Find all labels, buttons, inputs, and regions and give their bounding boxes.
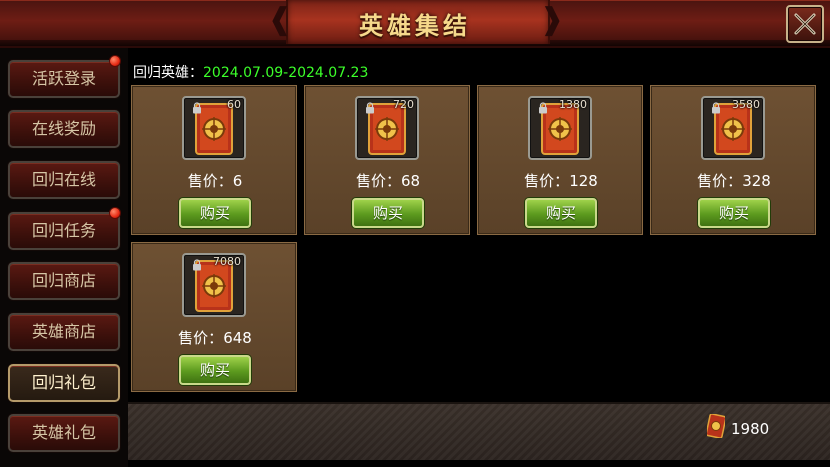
lock-icon [366,102,374,114]
lock-icon [539,102,547,114]
shop-item-card: 1380 售价：128 购买 [477,85,643,235]
buy-button[interactable]: 购买 [352,198,424,228]
red-dot-badge-icon [110,56,120,66]
sidebar-item-return-task[interactable]: 回归任务 [8,208,120,250]
price-value: 648 [223,329,252,347]
item-slot[interactable]: 1380 [528,96,592,160]
sidebar-item-label: 英雄礼包 [31,423,96,442]
sidebar-item-label: 回归礼包 [31,373,96,392]
price-value: 128 [569,172,598,190]
price-prefix: 售价： [524,172,570,190]
shop-item-card: 60 售价：6 购买 [131,85,297,235]
sidebar-item-return-pack[interactable]: 回归礼包 [8,364,120,402]
price-value: 6 [232,172,243,190]
sidebar-item-label: 回归在线 [31,170,96,189]
buy-button[interactable]: 购买 [179,198,251,228]
event-period: 回归英雄：2024.07.09-2024.07.23 [133,62,368,82]
lock-icon [193,102,201,114]
price-prefix: 售价： [187,172,233,190]
sidebar-item-label: 活跃登录 [31,69,96,88]
sidebar-item-hero-pack[interactable]: 英雄礼包 [8,414,120,452]
price-prefix: 售价： [178,329,224,347]
close-x-icon [794,13,816,35]
window-title: 英雄集结 [359,12,471,40]
sidebar-item-label: 英雄商店 [31,322,96,341]
price-prefix: 售价： [697,172,743,190]
event-period-date: 2024.07.09-2024.07.23 [203,65,369,81]
item-price: 售价：648 [132,327,298,348]
sidebar-item-return-shop[interactable]: 回归商店 [8,262,120,300]
shop-item-card: 7080 售价：648 购买 [131,242,297,392]
sidebar-item-return-online[interactable]: 回归在线 [8,161,120,199]
sidebar-item-label: 回归任务 [31,221,96,240]
price-prefix: 售价： [355,172,401,190]
buy-button[interactable]: 购买 [698,198,770,228]
close-button[interactable] [786,5,824,43]
sidebar-item-label: 在线奖励 [31,119,96,138]
sidebar-item-online-reward[interactable]: 在线奖励 [8,110,120,148]
price-value: 328 [742,172,771,190]
item-slot[interactable]: 720 [355,96,419,160]
item-price: 售价：128 [478,170,644,191]
event-period-label: 回归英雄： [133,65,203,81]
sidebar-item-active-login[interactable]: 活跃登录 [8,56,120,98]
red-dot-badge-icon [110,208,120,218]
item-price: 售价：328 [651,170,817,191]
lock-icon [712,102,720,114]
item-quantity: 720 [393,98,414,111]
item-slot[interactable]: 3580 [701,96,765,160]
shop-item-card: 720 售价：68 购买 [304,85,470,235]
item-slot[interactable]: 60 [182,96,246,160]
sidebar: 活跃登录 在线奖励 回归在线 回归任务 回归商店 英雄商店 回归礼包 英雄礼包 [0,48,128,467]
currency-balance: 1980 [731,420,770,438]
sidebar-item-hero-shop[interactable]: 英雄商店 [8,313,120,351]
item-quantity: 3580 [732,98,760,111]
hero-gather-window: ❰ ❱ 英雄集结 活跃登录 在线奖励 回归在线 回归任务 回归商店 英雄商店 回… [0,0,830,467]
item-price: 售价：68 [305,170,471,191]
item-quantity: 60 [227,98,241,111]
buy-button[interactable]: 购买 [525,198,597,228]
item-quantity: 1380 [559,98,587,111]
sidebar-item-label: 回归商店 [31,271,96,290]
lock-icon [193,259,201,271]
item-quantity: 7080 [213,255,241,268]
price-value: 68 [400,172,421,190]
buy-button[interactable]: 购买 [179,355,251,385]
shop-item-card: 3580 售价：328 购买 [650,85,816,235]
scroll-icon [707,414,725,438]
item-slot[interactable]: 7080 [182,253,246,317]
item-price: 售价：6 [132,170,298,191]
